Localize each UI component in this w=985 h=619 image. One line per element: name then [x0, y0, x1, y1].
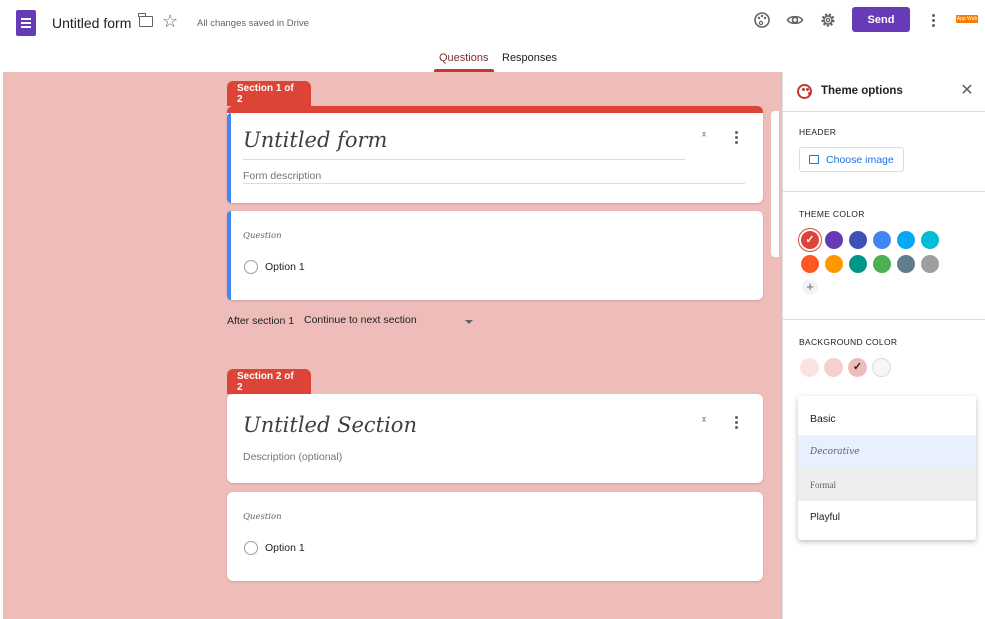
- font-style-menu: Basic Decorative Formal Playful: [798, 396, 976, 540]
- send-button[interactable]: Send: [852, 7, 910, 32]
- section-more-icon[interactable]: [733, 415, 739, 429]
- section-more-icon[interactable]: [733, 130, 739, 144]
- form-title[interactable]: Untitled form: [243, 128, 387, 152]
- radio-option-icon: [244, 541, 258, 555]
- option-label[interactable]: Option 1: [265, 542, 305, 554]
- background-color-swatch[interactable]: [824, 358, 843, 377]
- eye-icon[interactable]: [784, 9, 806, 31]
- choose-image-button[interactable]: Choose image: [799, 147, 904, 172]
- close-icon[interactable]: ✕: [959, 81, 975, 101]
- image-icon: [809, 155, 819, 164]
- add-color-icon[interactable]: +: [802, 279, 818, 295]
- description-underline: [243, 183, 745, 184]
- palette-icon[interactable]: [751, 9, 773, 31]
- theme-color-swatch[interactable]: [897, 231, 915, 249]
- font-option-playful[interactable]: Playful: [798, 501, 976, 534]
- background-color-heading: BACKGROUND COLOR: [799, 337, 898, 347]
- title-underline: [243, 159, 685, 160]
- panel-title: Theme options: [821, 85, 903, 97]
- question-title[interactable]: Question: [243, 512, 282, 522]
- panel-header: Theme options ✕: [783, 72, 985, 112]
- theme-color-swatch[interactable]: [873, 255, 891, 273]
- form-description[interactable]: Form description: [243, 170, 321, 182]
- tab-responses[interactable]: Responses: [502, 52, 557, 64]
- apps-badge[interactable]: App Web: [956, 15, 978, 23]
- header-heading: HEADER: [799, 127, 837, 137]
- theme-color-swatch[interactable]: [921, 255, 939, 273]
- palette-icon: [797, 84, 812, 99]
- question-title[interactable]: Question: [243, 231, 282, 241]
- save-status: All changes saved in Drive: [197, 18, 309, 29]
- floating-toolbar-edge: [771, 111, 779, 257]
- theme-color-swatch[interactable]: [873, 231, 891, 249]
- theme-color-swatch[interactable]: [801, 255, 819, 273]
- top-bar: Untitled form ☆ All changes saved in Dri…: [0, 0, 985, 44]
- section-title[interactable]: Untitled Section: [243, 413, 417, 437]
- theme-color-swatch[interactable]: [825, 231, 843, 249]
- font-option-formal[interactable]: Formal: [798, 468, 976, 501]
- forms-logo-icon[interactable]: [16, 10, 36, 36]
- theme-color-swatch[interactable]: [849, 255, 867, 273]
- collapse-icon[interactable]: ⌄ ⌃: [698, 127, 710, 144]
- folder-icon[interactable]: [138, 13, 153, 27]
- option-label[interactable]: Option 1: [265, 261, 305, 273]
- section-1-header-card[interactable]: Untitled form Form description ⌄ ⌃: [227, 106, 763, 203]
- section-2-header-card[interactable]: Untitled Section Description (optional) …: [227, 394, 763, 483]
- tab-bar: Questions Responses: [0, 44, 985, 72]
- more-vert-icon[interactable]: [926, 9, 940, 31]
- theme-color-swatch[interactable]: [921, 231, 939, 249]
- choose-image-label: Choose image: [826, 153, 894, 166]
- selected-card-accent: [227, 113, 231, 203]
- background-color-swatch[interactable]: [800, 358, 819, 377]
- font-option-decorative[interactable]: Decorative: [798, 435, 976, 468]
- after-section-label: After section 1: [227, 315, 295, 327]
- section-1-tab: Section 1 of 2: [227, 81, 311, 106]
- section-2-tab: Section 2 of 2: [227, 369, 311, 394]
- theme-color-heading: THEME COLOR: [799, 209, 865, 219]
- theme-color-swatch[interactable]: [897, 255, 915, 273]
- theme-color-swatch[interactable]: [849, 231, 867, 249]
- theme-color-swatch[interactable]: [825, 255, 843, 273]
- radio-option-icon: [244, 260, 258, 274]
- font-option-basic[interactable]: Basic: [798, 402, 976, 435]
- google-forms-app: Untitled form ☆ All changes saved in Dri…: [0, 0, 985, 619]
- section-description[interactable]: Description (optional): [243, 451, 342, 463]
- form-canvas: Section 1 of 2 Untitled form Form descri…: [3, 72, 782, 619]
- star-icon[interactable]: ☆: [162, 11, 178, 31]
- background-color-swatch[interactable]: [848, 358, 867, 377]
- background-color-swatch[interactable]: [872, 358, 891, 377]
- section-2-question-card[interactable]: Question Option 1: [227, 492, 763, 581]
- collapse-icon[interactable]: ⌄ ⌃: [698, 412, 710, 429]
- section-1-question-card[interactable]: Question Option 1: [227, 211, 763, 300]
- after-section-select[interactable]: Continue to next section: [304, 314, 417, 326]
- question-card-accent: [227, 211, 231, 300]
- theme-color-swatch[interactable]: [801, 231, 819, 249]
- tab-questions[interactable]: Questions: [439, 52, 489, 64]
- gear-icon[interactable]: [817, 9, 839, 31]
- document-title[interactable]: Untitled form: [52, 15, 131, 31]
- chevron-down-icon[interactable]: [465, 320, 473, 324]
